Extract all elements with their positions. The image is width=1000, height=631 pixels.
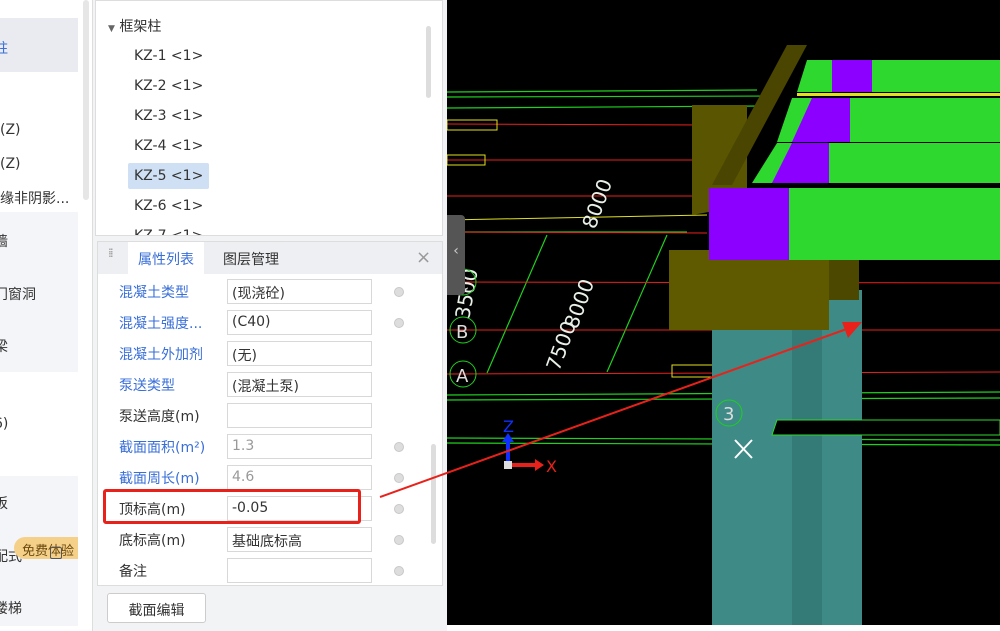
status-bar (447, 625, 1000, 631)
annotation-arrow (379, 322, 862, 498)
